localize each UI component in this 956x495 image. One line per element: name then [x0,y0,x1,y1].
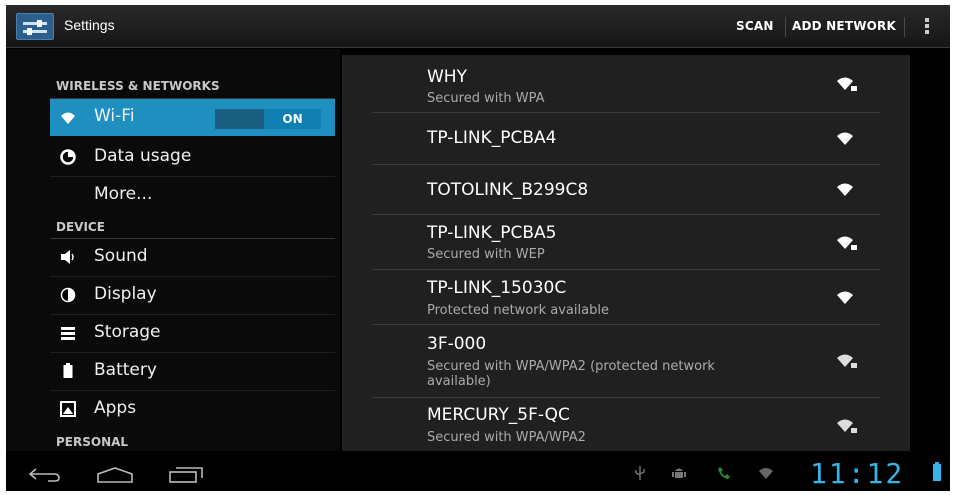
page-title: Settings [64,17,115,33]
wifi-network-list: WHY Secured with WPA TP-LINK_PCBA4 TOTOL… [342,55,910,451]
section-header-device: DEVICE [56,220,105,234]
network-name: WHY [427,67,467,87]
clock[interactable]: 11:12 [810,457,904,490]
sidebar-item-label: Sound [94,246,148,266]
sidebar-item-apps[interactable]: Apps [50,390,335,427]
wifi-signal-icon [837,183,853,196]
sidebar-item-wifi[interactable]: Wi-Fi ON [50,99,335,136]
storage-icon [61,327,75,340]
apps-icon [60,401,76,417]
back-icon[interactable] [28,467,62,483]
network-name: MERCURY_5F-QC [427,405,570,425]
add-network-button[interactable]: ADD NETWORK [792,19,896,33]
data-usage-icon [60,149,76,165]
sidebar-item-label: Data usage [94,146,192,166]
network-name: TOTOLINK_B299C8 [427,180,589,200]
network-item[interactable]: TOTOLINK_B299C8 [342,164,910,214]
sidebar-item-battery[interactable]: Battery [50,352,335,389]
display-icon [60,287,76,303]
sidebar-item-label: Display [94,284,157,304]
settings-app-icon[interactable] [16,13,54,40]
network-item[interactable]: MERCURY_5F-QC Secured with WPA/WPA2 [342,397,910,451]
recent-apps-icon[interactable] [168,466,204,484]
network-name: TP-LINK_15030C [427,278,567,298]
sidebar-item-label: Battery [94,360,157,380]
action-divider [904,17,905,37]
sidebar-item-more[interactable]: More... [50,176,335,213]
sidebar-item-display[interactable]: Display [50,276,335,313]
sidebar-item-label: More... [94,184,153,204]
wifi-signal-icon [837,291,853,304]
network-status: Secured with WPA/WPA2 [427,430,586,445]
android-debug-icon [672,468,686,478]
system-navigation-bar: 11:12 [6,454,950,491]
network-item[interactable]: WHY Secured with WPA [342,55,910,112]
phone-icon [718,467,730,479]
battery-status-icon [933,462,941,481]
wifi-signal-locked-icon [837,236,857,250]
wifi-signal-icon [837,132,853,145]
network-item[interactable]: TP-LINK_PCBA4 [342,112,910,164]
sidebar-item-label: Apps [94,398,137,418]
wifi-toggle[interactable]: ON [215,109,321,129]
settings-sidebar: WIRELESS & NETWORKS Wi-Fi ON Data usage … [6,49,340,451]
sidebar-item-data-usage[interactable]: Data usage [50,138,335,175]
wifi-toggle-state: ON [264,109,321,129]
network-status: Protected network available [427,303,609,318]
network-name: TP-LINK_PCBA4 [427,128,557,148]
wifi-signal-locked-icon [837,419,857,433]
network-name: TP-LINK_PCBA5 [427,223,557,243]
network-status: Secured with WEP [427,247,545,262]
network-item[interactable]: TP-LINK_15030C Protected network availab… [342,269,910,324]
usb-icon [635,466,645,480]
network-item[interactable]: 3F-000 Secured with WPA/WPA2 (protected … [342,324,910,397]
network-name: 3F-000 [427,334,487,354]
action-bar: Settings SCAN ADD NETWORK [6,5,950,48]
sidebar-item-storage[interactable]: Storage [50,314,335,351]
sidebar-item-label: Wi-Fi [94,106,135,126]
section-header-personal: PERSONAL [56,435,129,449]
network-item[interactable]: TP-LINK_PCBA5 Secured with WEP [342,214,910,269]
network-status: Secured with WPA/WPA2 (protected network… [427,359,715,389]
section-header-wireless: WIRELESS & NETWORKS [56,79,220,93]
overflow-menu-icon[interactable] [922,17,932,37]
wifi-icon [61,112,75,124]
sound-icon [61,250,74,264]
action-divider [785,17,786,37]
battery-icon [63,363,73,378]
wifi-signal-locked-icon [837,354,857,368]
wifi-signal-locked-icon [837,77,857,91]
tablet-screen: Settings SCAN ADD NETWORK WIRELESS & NET… [6,5,950,491]
sidebar-item-sound[interactable]: Sound [50,238,335,275]
network-status: Secured with WPA [427,91,545,106]
wifi-status-icon [759,468,773,479]
sidebar-item-label: Storage [94,322,161,342]
home-icon[interactable] [96,466,134,484]
scan-button[interactable]: SCAN [736,19,774,33]
